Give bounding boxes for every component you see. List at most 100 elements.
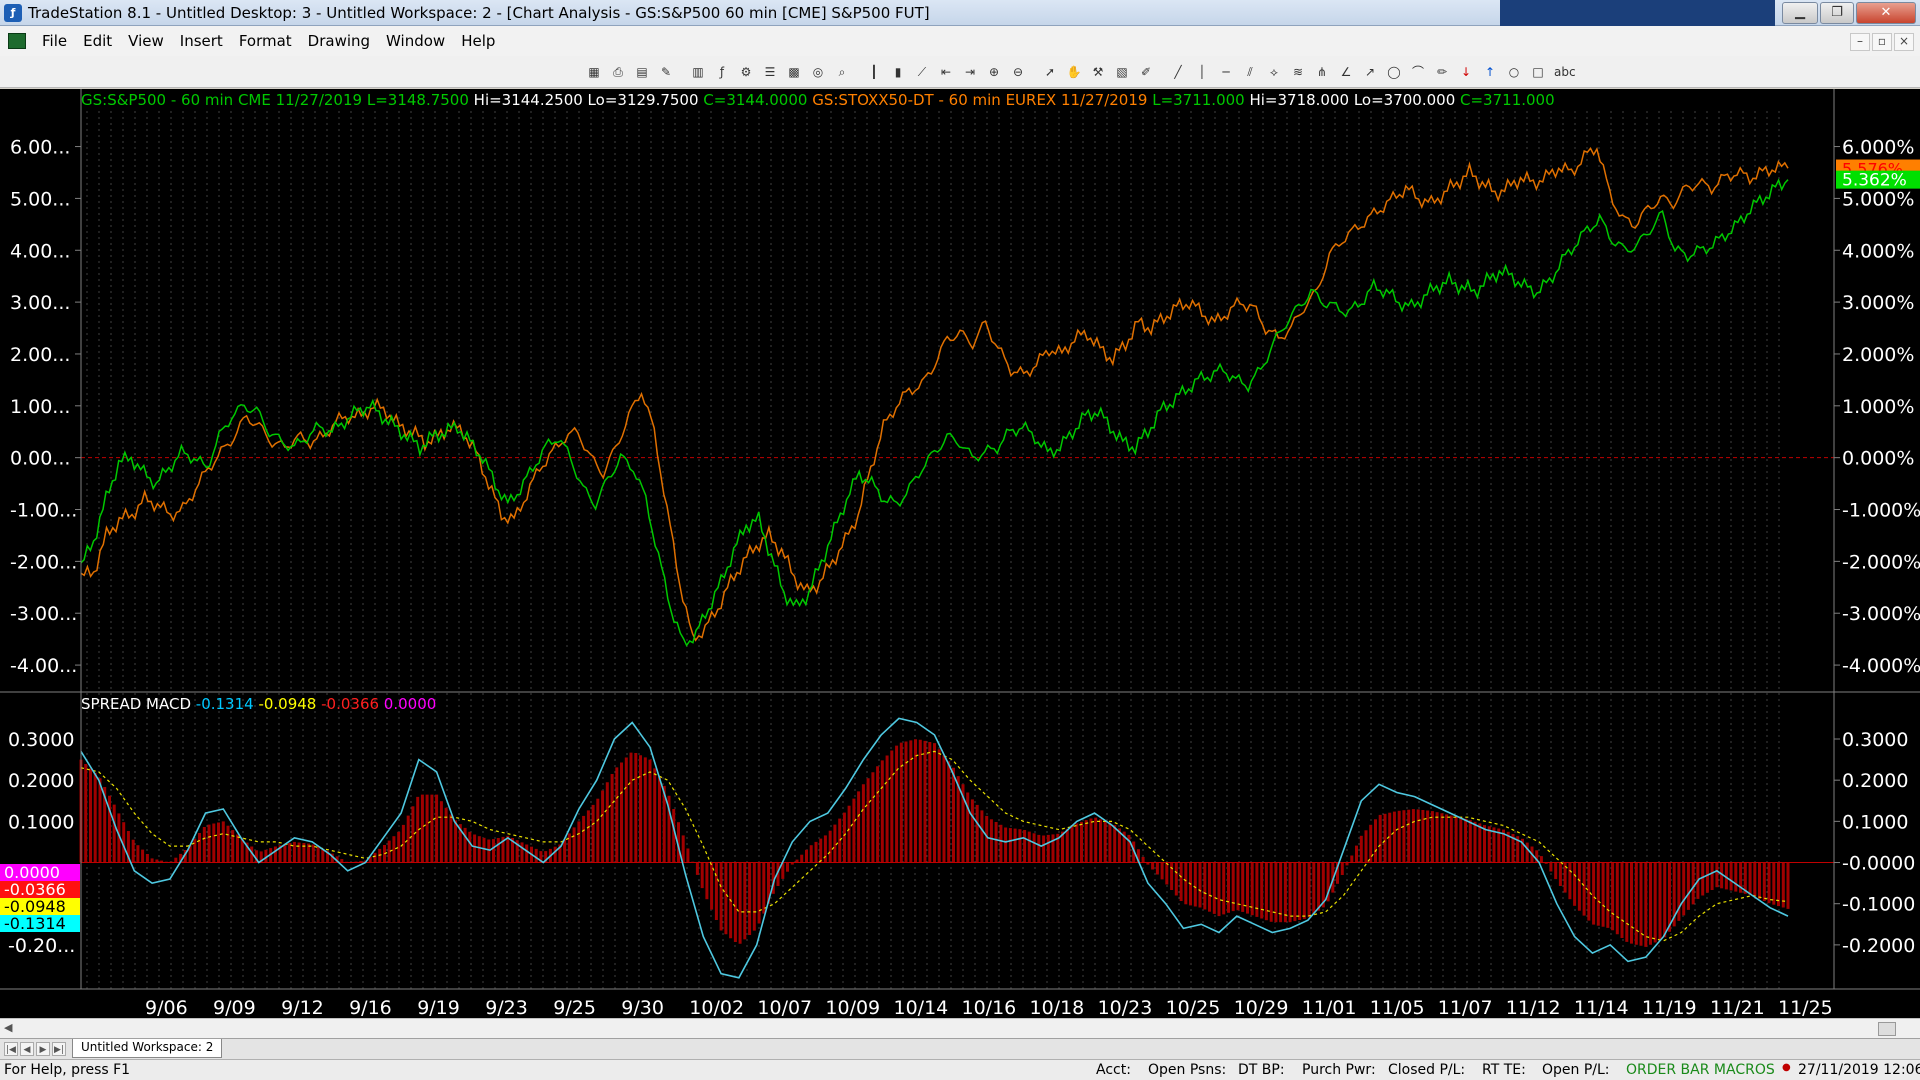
x-tick-label: 9/23 xyxy=(485,997,528,1019)
order-bar-macros-button[interactable]: ORDER BAR MACROS xyxy=(1626,1062,1775,1078)
first-tab-icon[interactable]: |◀ xyxy=(4,1042,18,1056)
menu-window[interactable]: Window xyxy=(378,32,453,50)
title-bar: ƒ TradeStation 8.1 - Untitled Desktop: 3… xyxy=(0,0,1920,26)
x-tick-label: 10/02 xyxy=(689,997,744,1019)
pitchfork-icon[interactable]: ⋔ xyxy=(1314,64,1330,80)
legend-top-segment: GS:S&P500 - 60 min CME 11/27/2019 xyxy=(81,91,362,109)
x-tick-label: 9/12 xyxy=(281,997,324,1019)
trendline-icon[interactable]: ╱ xyxy=(1170,64,1186,80)
menu-view[interactable]: View xyxy=(120,32,172,50)
strategy-icon[interactable]: ⚙ xyxy=(738,64,754,80)
macd-pane: 0.0000-0.0366-0.0948-0.1314 xyxy=(0,717,1834,979)
y-tick-right: 0.000% xyxy=(1842,448,1914,470)
minimize-button[interactable]: ▁ xyxy=(1782,2,1818,24)
drawing-icon[interactable]: ✐ xyxy=(1138,64,1154,80)
sp500-line xyxy=(80,178,1789,647)
bar-icon[interactable]: ┃ xyxy=(866,64,882,80)
toolbar: ▦ ⎙ ▤ ✎ ▥ ƒ ⚙ ☰ ▩ ◎ ⌕ ┃ ▮ ⟋ ⇤ ⇥ ⊕ ⊖ ➚ ✋ ⚒ ▧ ✐ ╱ │ ─ ⫽ ⟡ ≋ ⋔ ∠ ↗ ◯ ⌒ ✏ ↓ ↑ ○ □ a… xyxy=(0,56,1920,88)
x-tick-label: 9/06 xyxy=(145,997,188,1019)
chart-analysis-window[interactable]: 5.576% 5.362% 0.0000 -0.0366 -0.0948 -0.1314… xyxy=(0,89,1920,1024)
x-tick-label: 10/14 xyxy=(894,997,949,1019)
menu-format[interactable]: Format xyxy=(231,32,300,50)
menu-help[interactable]: Help xyxy=(453,32,503,50)
pointer-icon[interactable]: ➚ xyxy=(1042,64,1058,80)
x-tick-label: 11/07 xyxy=(1438,997,1493,1019)
text-icon[interactable]: abc xyxy=(1554,64,1576,80)
hammer-icon[interactable]: ⚒ xyxy=(1090,64,1106,80)
prev-tab-icon[interactable]: ◀ xyxy=(20,1042,34,1056)
mdi-restore-button[interactable]: ▫ xyxy=(1872,33,1892,51)
macd-tick-left: 0.2000 xyxy=(8,770,74,792)
circle-icon[interactable]: ○ xyxy=(1506,64,1522,80)
help-text: For Help, press F1 xyxy=(4,1062,131,1078)
candle-icon[interactable]: ▮ xyxy=(890,64,906,80)
menu-drawing[interactable]: Drawing xyxy=(300,32,378,50)
rectangle-icon[interactable]: □ xyxy=(1530,64,1546,80)
zoom-out-icon[interactable]: ⊖ xyxy=(1010,64,1026,80)
brush-icon[interactable]: ✏ xyxy=(1434,64,1450,80)
scroll-right-icon[interactable]: ⇥ xyxy=(962,64,978,80)
matrix-icon[interactable]: ▩ xyxy=(786,64,802,80)
close-button[interactable]: ✕ xyxy=(1856,2,1916,24)
chart-canvas[interactable]: 5.576%5.362% 0.0000-0.0366-0.0948-0.1314… xyxy=(0,89,1920,1024)
y-tick-left: 4.00... xyxy=(10,240,70,262)
arc-icon[interactable]: ⌒ xyxy=(1410,64,1426,80)
svg-text:-0.1314: -0.1314 xyxy=(4,914,66,933)
chart-document-icon[interactable] xyxy=(8,33,26,49)
mdi-minimize-button[interactable]: – xyxy=(1850,33,1870,51)
down-arrow-icon[interactable]: ↓ xyxy=(1458,64,1474,80)
y-tick-right: -3.000% xyxy=(1842,603,1920,625)
scrollbar-thumb[interactable] xyxy=(1878,1022,1896,1036)
maximize-button[interactable]: ❐ xyxy=(1820,2,1854,24)
gann-icon[interactable]: ∠ xyxy=(1338,64,1354,80)
fibonacci-icon[interactable]: ≋ xyxy=(1290,64,1306,80)
style-icon[interactable]: ✎ xyxy=(658,64,674,80)
scroll-left-icon[interactable]: ⇤ xyxy=(938,64,954,80)
y-tick-right: 3.000% xyxy=(1842,292,1914,314)
y-tick-left: 6.00... xyxy=(10,137,70,159)
macd-tick-right: -0.1000 xyxy=(1842,894,1915,916)
arrow-icon[interactable]: ↗ xyxy=(1362,64,1378,80)
closed-pl-label: Closed P/L: xyxy=(1388,1062,1466,1078)
macd-value-tag-macd: -0.1314 xyxy=(0,914,80,933)
macd-tick-right: -0.2000 xyxy=(1842,935,1915,957)
pan-icon[interactable]: ✋ xyxy=(1066,64,1082,80)
up-arrow-icon[interactable]: ↑ xyxy=(1482,64,1498,80)
line-icon[interactable]: ⟋ xyxy=(914,64,930,80)
horizontal-scrollbar[interactable]: ◀ xyxy=(0,1018,1920,1038)
channel-icon[interactable]: ⫽ xyxy=(1242,64,1258,80)
menu-file[interactable]: File xyxy=(34,32,75,50)
y-tick-right: 1.000% xyxy=(1842,396,1914,418)
format-icon[interactable]: ▧ xyxy=(1114,64,1130,80)
dt-bp-label: DT BP: xyxy=(1238,1062,1285,1078)
macd-tick-left: -0.20... xyxy=(8,935,75,957)
next-tab-icon[interactable]: ▶ xyxy=(36,1042,50,1056)
x-tick-label: 11/25 xyxy=(1778,997,1833,1019)
vertical-line-icon[interactable]: │ xyxy=(1194,64,1210,80)
y-tick-left: -1.00... xyxy=(10,500,77,522)
snapshot-icon[interactable]: ▦ xyxy=(586,64,602,80)
scroll-left-arrow-icon[interactable]: ◀ xyxy=(4,1021,12,1034)
horizontal-line-icon[interactable]: ─ xyxy=(1218,64,1234,80)
tab-untitled-workspace-2[interactable]: Untitled Workspace: 2 xyxy=(72,1039,223,1058)
y-tick-left: 0.00... xyxy=(10,448,70,470)
print-icon[interactable]: ⎙ xyxy=(610,64,626,80)
last-tab-icon[interactable]: ▶| xyxy=(52,1042,66,1056)
mdi-close-button[interactable]: × xyxy=(1894,33,1914,51)
menu-edit[interactable]: Edit xyxy=(75,32,120,50)
ellipse-icon[interactable]: ◯ xyxy=(1386,64,1402,80)
indicator-icon[interactable]: ƒ xyxy=(714,64,730,80)
legend-bottom-segment: SPREAD MACD xyxy=(81,695,191,713)
zoom-in-icon[interactable]: ⊕ xyxy=(986,64,1002,80)
x-tick-label: 10/09 xyxy=(825,997,880,1019)
menu-insert[interactable]: Insert xyxy=(172,32,231,50)
legend-bottom-segment: -0.0948 xyxy=(254,695,317,713)
y-tick-right: 6.000% xyxy=(1842,137,1914,159)
price-legend: GS:S&P500 - 60 min CME 11/27/2019 L=3148… xyxy=(81,91,1555,109)
radar-icon[interactable]: ◎ xyxy=(810,64,826,80)
fan-icon[interactable]: ⟡ xyxy=(1266,64,1282,80)
bar-type-icon[interactable]: ▥ xyxy=(690,64,706,80)
symbol-list-icon[interactable]: ☰ xyxy=(762,64,778,80)
data-window-icon[interactable]: ▤ xyxy=(634,64,650,80)
scanner-icon[interactable]: ⌕ xyxy=(834,64,850,80)
